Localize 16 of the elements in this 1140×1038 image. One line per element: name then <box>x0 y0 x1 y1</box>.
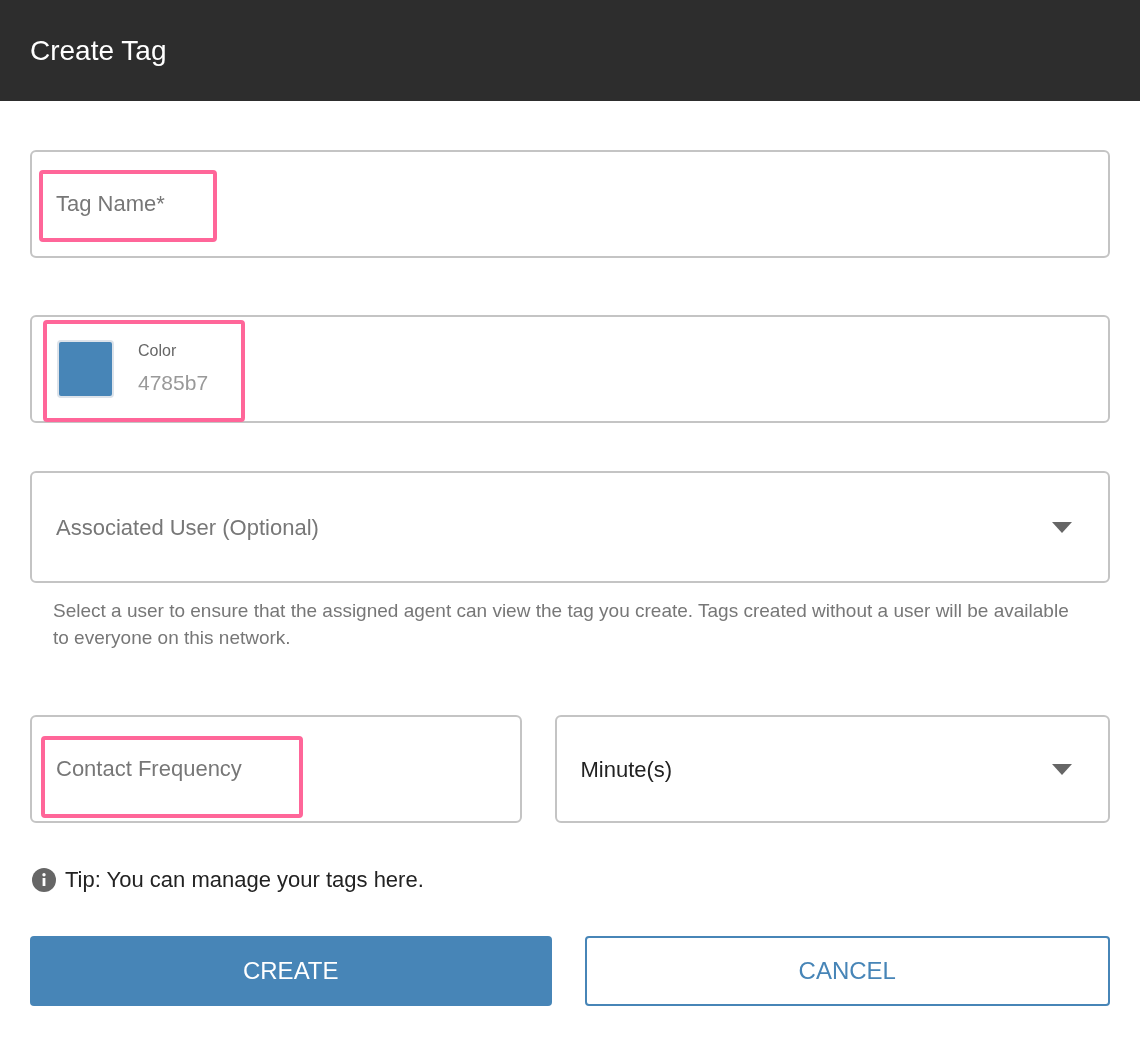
helper-text: Select a user to ensure that the assigned agent can view the tag you create. Tags created without a user will be available to everyone on this network. <box>52 599 1070 650</box>
manage-tags-link[interactable]: here <box>373 867 418 892</box>
caret-icon <box>1052 521 1072 533</box>
dialog-title: Create Tag <box>30 33 167 68</box>
create-button[interactable]: CREATE <box>30 936 552 1006</box>
color-swatch[interactable] <box>57 340 114 398</box>
associated-user-dropdown[interactable]: Associated User (Optional) <box>30 471 1110 583</box>
caret-icon <box>1052 763 1072 775</box>
unit-dropdown[interactable]: Minute(s) <box>554 715 1110 823</box>
tip-text: Tip: You can manage your tags here. <box>65 866 424 894</box>
cancel-button[interactable]: CANCEL <box>584 936 1110 1006</box>
info-icon <box>32 867 56 892</box>
color-label: Color <box>138 341 178 362</box>
contact-frequency-field[interactable]: Contact Frequency <box>30 715 522 823</box>
color-value[interactable]: 4785b7 <box>138 367 209 399</box>
tag-name-field[interactable]: Tag Name* <box>30 150 1110 258</box>
